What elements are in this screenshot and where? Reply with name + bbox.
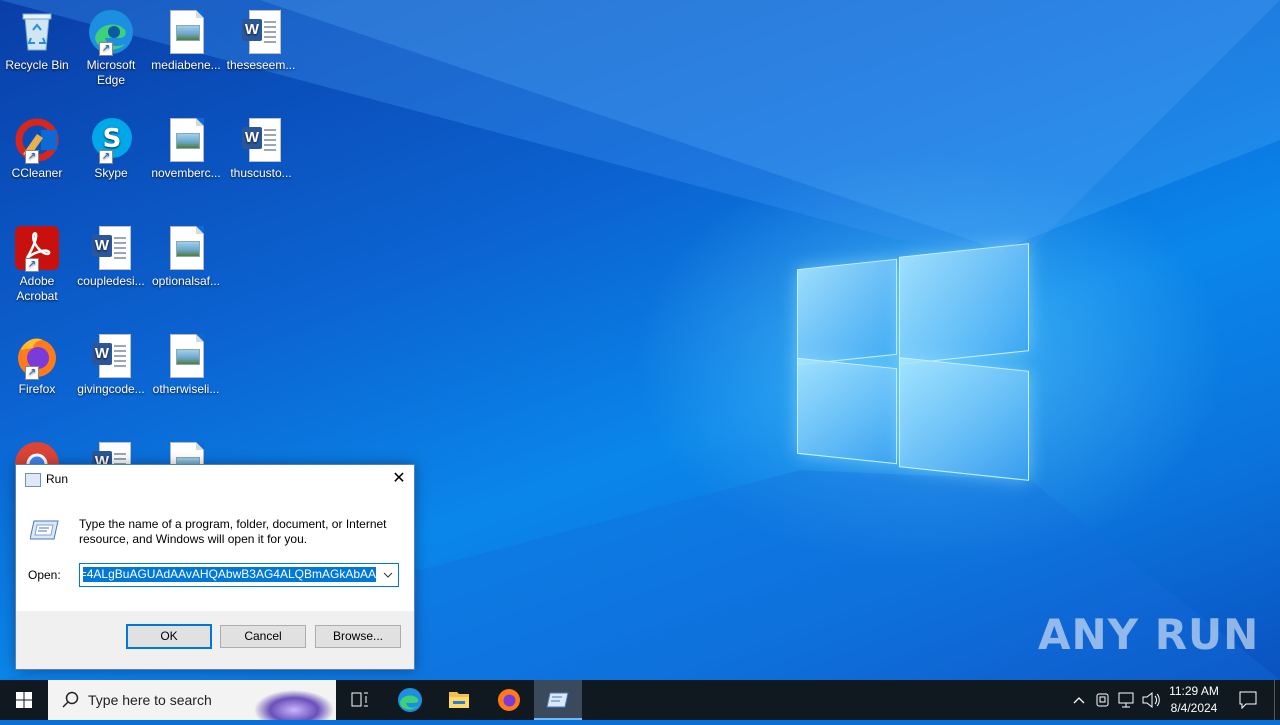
icon-label: givingcode... bbox=[77, 382, 145, 396]
notification-icon bbox=[1239, 691, 1257, 710]
run-dialog-title: Run bbox=[46, 472, 69, 486]
icon-label: Adobe Acrobat bbox=[16, 274, 58, 303]
chrome-icon bbox=[13, 440, 61, 464]
taskbar-firefox-button[interactable] bbox=[485, 680, 533, 720]
skype-icon: S ↗ bbox=[87, 116, 135, 164]
edge-icon bbox=[398, 688, 422, 712]
network-icon bbox=[1118, 692, 1134, 708]
chevron-down-icon[interactable] bbox=[378, 564, 398, 586]
word-file-icon: W bbox=[237, 8, 285, 56]
windows-start-icon bbox=[16, 692, 32, 708]
taskbar-search-box[interactable]: Type here to search bbox=[48, 680, 336, 720]
run-dialog-titlebar[interactable]: Run ✕ bbox=[16, 465, 414, 494]
desktop-icon-givingcode[interactable]: W givingcode... bbox=[73, 332, 149, 397]
desktop-icon-recycle-bin[interactable]: Recycle Bin bbox=[0, 8, 75, 73]
run-dialog-message: Type the name of a program, folder, docu… bbox=[79, 517, 387, 546]
show-desktop-button[interactable] bbox=[1274, 680, 1280, 720]
image-file-icon bbox=[162, 440, 210, 464]
close-icon: ✕ bbox=[392, 470, 406, 487]
taskbar-edge-button[interactable] bbox=[386, 680, 434, 720]
desktop-icon-novemberc[interactable]: novemberc... bbox=[148, 116, 224, 181]
clock-date: 8/4/2024 bbox=[1170, 701, 1218, 715]
desktop-icon-ccleaner[interactable]: ↗ CCleaner bbox=[0, 116, 75, 181]
run-title-icon bbox=[25, 473, 41, 487]
desktop-icon-chrome-partial[interactable] bbox=[0, 440, 75, 464]
word-file-icon: W bbox=[87, 224, 135, 272]
icon-label: thuscusto... bbox=[230, 166, 292, 180]
desktop-icon-theseseem[interactable]: W theseseem... bbox=[223, 8, 299, 73]
search-highlight-image bbox=[254, 680, 336, 720]
desktop-icon-firefox[interactable]: ↗ Firefox bbox=[0, 332, 75, 397]
firefox-icon: ↗ bbox=[13, 332, 61, 380]
desktop-icon-coupledesi[interactable]: W coupledesi... bbox=[73, 224, 149, 289]
start-button[interactable] bbox=[0, 680, 48, 720]
acrobat-icon: ↗ bbox=[13, 224, 61, 272]
show-hidden-icons-button[interactable] bbox=[1068, 680, 1090, 720]
firefox-icon bbox=[498, 689, 520, 711]
word-file-icon: W bbox=[87, 332, 135, 380]
anyrun-watermark: ANY RUN bbox=[1038, 610, 1260, 659]
icon-label: novemberc... bbox=[151, 166, 221, 180]
open-combobox[interactable]: 4ALgBuAGUAdAAvAHQAbwB3AG4ALQBmAGkAbAA= bbox=[79, 563, 399, 587]
taskbar: Type here to search 11:29 AM 8/4/2024 bbox=[0, 680, 1280, 720]
desktop-icon-mediabene[interactable]: mediabene... bbox=[148, 8, 224, 73]
desktop-icon-microsoft-edge[interactable]: ↗ Microsoft Edge bbox=[73, 8, 149, 88]
action-center-button[interactable] bbox=[1232, 680, 1264, 720]
desktop-icon-skype[interactable]: S ↗ Skype bbox=[73, 116, 149, 181]
icon-label: Recycle Bin bbox=[5, 58, 69, 72]
desktop-icon-adobe-acrobat[interactable]: ↗ Adobe Acrobat bbox=[0, 224, 75, 304]
tray-volume-button[interactable] bbox=[1140, 680, 1162, 720]
run-dialog-footer: OK Cancel Browse... bbox=[16, 611, 414, 669]
run-program-icon bbox=[29, 519, 60, 541]
run-dialog: Run ✕ Type the name of a program, folder… bbox=[15, 464, 415, 670]
icon-label: Microsoft Edge bbox=[86, 58, 136, 87]
desktop-icon-optionalsaf[interactable]: optionalsaf... bbox=[148, 224, 224, 289]
ok-button[interactable]: OK bbox=[126, 624, 212, 649]
device-icon bbox=[1096, 693, 1109, 707]
task-view-icon bbox=[351, 692, 368, 707]
word-file-icon: W bbox=[87, 440, 135, 464]
close-button[interactable]: ✕ bbox=[384, 465, 414, 494]
tray-device-button[interactable] bbox=[1092, 680, 1114, 720]
run-icon bbox=[546, 692, 569, 708]
search-placeholder: Type here to search bbox=[88, 692, 212, 708]
browse-button[interactable]: Browse... bbox=[315, 625, 401, 648]
volume-icon bbox=[1142, 691, 1160, 709]
task-view-button[interactable] bbox=[336, 680, 384, 720]
image-file-icon bbox=[162, 8, 210, 56]
desktop-icon-word-partial[interactable]: W bbox=[73, 440, 149, 464]
desktop-icon-otherwiseli[interactable]: otherwiseli... bbox=[148, 332, 224, 397]
desktop-icon-image-partial[interactable] bbox=[148, 440, 224, 464]
ccleaner-icon: ↗ bbox=[13, 116, 61, 164]
folder-icon bbox=[449, 692, 469, 708]
icon-label: coupledesi... bbox=[77, 274, 145, 288]
icon-label: mediabene... bbox=[151, 58, 221, 72]
tray-network-button[interactable] bbox=[1116, 680, 1138, 720]
icon-label: Skype bbox=[94, 166, 128, 180]
search-icon bbox=[62, 691, 79, 708]
open-input-value[interactable]: 4ALgBuAGUAdAAvAHQAbwB3AG4ALQBmAGkAbAA= bbox=[83, 567, 376, 582]
image-file-icon bbox=[162, 116, 210, 164]
recycle-bin-icon bbox=[13, 8, 61, 56]
icon-label: optionalsaf... bbox=[151, 274, 221, 288]
icon-label: CCleaner bbox=[11, 166, 63, 180]
taskbar-run-button[interactable] bbox=[534, 680, 582, 720]
taskbar-file-explorer-button[interactable] bbox=[435, 680, 483, 720]
windows-logo-wallpaper bbox=[795, 242, 1029, 481]
word-file-icon: W bbox=[237, 116, 285, 164]
image-file-icon bbox=[162, 224, 210, 272]
cancel-button[interactable]: Cancel bbox=[220, 625, 306, 648]
clock-time: 11:29 AM bbox=[1169, 684, 1219, 698]
image-file-icon bbox=[162, 332, 210, 380]
chevron-up-icon bbox=[1073, 697, 1085, 704]
icon-label: otherwiseli... bbox=[152, 382, 220, 396]
desktop-icon-thuscusto[interactable]: W thuscusto... bbox=[223, 116, 299, 181]
open-label: Open: bbox=[28, 568, 61, 582]
icon-label: Firefox bbox=[18, 382, 56, 396]
edge-icon: ↗ bbox=[87, 8, 135, 56]
taskbar-clock[interactable]: 11:29 AM 8/4/2024 bbox=[1162, 683, 1226, 717]
icon-label: theseseem... bbox=[226, 58, 296, 72]
